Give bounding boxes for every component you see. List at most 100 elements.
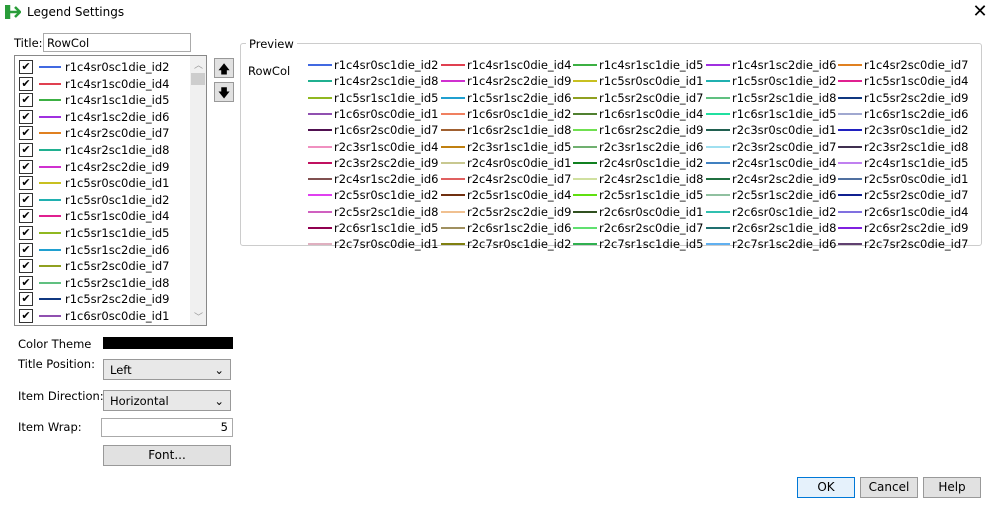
preview-legend-item: r1c6sr1sc0die_id4 [573, 106, 703, 122]
preview-legend-item: r2c4sr1sc2die_id6 [308, 171, 438, 187]
preview-legend-item: r2c6sr1sc1die_id5 [308, 220, 438, 236]
item-label: r1c4sr1sc0die_id4 [65, 76, 170, 91]
preview-legend-item: r1c5sr2sc1die_id8 [706, 90, 836, 106]
line-swatch [39, 132, 61, 135]
cancel-button[interactable]: Cancel [860, 477, 918, 498]
preview-legend-item: r1c6sr0sc0die_id1 [308, 106, 438, 122]
checkbox[interactable]: ✔ [19, 192, 33, 207]
title-position-label: Title Position: [18, 357, 95, 371]
item-label: r2c3sr1sc0die_id4 [334, 139, 439, 154]
legend-list-item[interactable]: ✔ r1c4sr1sc0die_id4 [19, 76, 169, 92]
line-swatch [39, 232, 61, 234]
title-input[interactable] [43, 33, 191, 52]
move-down-button[interactable]: 🡇 [214, 82, 234, 102]
font-button[interactable]: Font... [103, 445, 231, 466]
item-label: r1c6sr1sc0die_id4 [599, 106, 704, 121]
item-label: r1c6sr1sc2die_id6 [864, 106, 969, 121]
legend-list-item[interactable]: ✔ r1c5sr1sc2die_id6 [19, 242, 169, 258]
item-label: r2c6sr1sc1die_id5 [334, 221, 439, 235]
move-up-button[interactable]: 🡅 [214, 58, 234, 78]
line-swatch [39, 265, 61, 268]
preview-legend-item: r1c6sr0sc1die_id2 [441, 106, 571, 122]
legend-list-item[interactable]: ✔ r1c4sr0sc1die_id2 [19, 59, 169, 75]
checkbox[interactable]: ✔ [19, 176, 33, 191]
legend-list-item[interactable]: ✔ r1c4sr1sc1die_id5 [19, 92, 169, 108]
line-swatch [441, 145, 465, 148]
checkbox[interactable]: ✔ [19, 275, 33, 290]
checkbox[interactable]: ✔ [19, 126, 33, 141]
item-label: r1c4sr1sc1die_id5 [65, 93, 170, 108]
legend-list-item[interactable]: ✔ r1c5sr1sc1die_id5 [19, 225, 169, 241]
scrollbar[interactable]: ︿ ﹀ [190, 56, 206, 325]
item-label: r2c4sr1sc2die_id6 [334, 172, 439, 187]
legend-list-item[interactable]: ✔ r1c4sr2sc2die_id9 [19, 159, 169, 175]
help-button[interactable]: Help [923, 477, 981, 498]
legend-list-item[interactable]: ✔ r1c5sr2sc0die_id7 [19, 258, 169, 274]
close-icon[interactable]: ✕ [970, 2, 990, 22]
line-swatch [308, 145, 332, 148]
line-swatch [706, 194, 730, 197]
checkbox[interactable]: ✔ [19, 226, 33, 240]
item-label: r1c4sr1sc2die_id6 [732, 58, 837, 72]
checkbox[interactable]: ✔ [19, 60, 33, 74]
checkbox[interactable]: ✔ [19, 242, 33, 257]
item-label: r1c5sr2sc2die_id9 [864, 90, 969, 105]
checkbox[interactable]: ✔ [19, 93, 33, 108]
preview-legend-item: r2c5sr2sc1die_id8 [308, 204, 438, 220]
item-label: r1c5sr2sc0die_id7 [599, 90, 704, 105]
item-label: r1c5sr2sc2die_id9 [65, 292, 170, 307]
line-swatch [706, 96, 730, 99]
title-position-value: Left [110, 362, 132, 377]
legend-list-item[interactable]: ✔ r1c5sr1sc0die_id4 [19, 208, 169, 224]
scroll-down-icon[interactable]: ﹀ [194, 310, 203, 323]
checkbox[interactable]: ✔ [19, 159, 33, 174]
preview-legend-item: r2c3sr1sc2die_id6 [573, 139, 703, 155]
line-swatch [39, 315, 61, 317]
line-swatch [573, 80, 597, 83]
item-label: r1c5sr1sc1die_id5 [65, 226, 170, 240]
checkbox[interactable]: ✔ [19, 143, 33, 157]
item-direction-select[interactable]: Horizontal ⌄ [103, 390, 231, 411]
item-direction-label: Item Direction: [18, 389, 104, 403]
checkbox[interactable]: ✔ [19, 309, 33, 323]
legend-list-item[interactable]: ✔ r1c4sr1sc2die_id6 [19, 109, 169, 125]
checkbox[interactable]: ✔ [19, 76, 33, 91]
title-position-select[interactable]: Left ⌄ [103, 359, 231, 380]
preview-legend-item: r2c3sr1sc1die_id5 [441, 139, 571, 155]
preview-legend-item: r2c6sr0sc1die_id2 [706, 204, 836, 220]
ok-button[interactable]: OK [797, 477, 855, 498]
legend-list-item[interactable]: ✔ r1c5sr2sc2die_id9 [19, 291, 169, 307]
preview-legend-item: r2c5sr0sc1die_id2 [308, 187, 438, 203]
scroll-up-icon[interactable]: ︿ [194, 58, 203, 71]
scrollbar-thumb[interactable] [191, 73, 205, 85]
item-label: r1c6sr2sc1die_id8 [467, 123, 572, 138]
line-swatch [39, 66, 61, 68]
legend-list-item[interactable]: ✔ r1c5sr0sc0die_id1 [19, 175, 169, 191]
line-swatch [838, 112, 862, 115]
line-swatch [838, 210, 862, 213]
checkbox[interactable]: ✔ [19, 109, 33, 124]
item-label: r2c3sr1sc1die_id5 [467, 139, 572, 154]
item-wrap-label: Item Wrap: [18, 420, 82, 434]
legend-list-item[interactable]: ✔ r1c4sr2sc0die_id7 [19, 125, 169, 141]
item-label: r2c4sr2sc2die_id9 [732, 172, 837, 187]
line-swatch [441, 80, 465, 83]
checkbox[interactable]: ✔ [19, 292, 33, 307]
line-swatch [308, 243, 332, 246]
item-wrap-input[interactable]: 5 [101, 418, 233, 437]
legend-list-item[interactable]: ✔ r1c5sr2sc1die_id8 [19, 275, 169, 291]
legend-list-item[interactable]: ✔ r1c4sr2sc1die_id8 [19, 142, 169, 158]
chevron-down-icon: ⌄ [214, 362, 224, 377]
item-label: r2c4sr1sc0die_id4 [732, 155, 837, 170]
checkbox[interactable]: ✔ [19, 259, 33, 274]
legend-list-item[interactable]: ✔ r1c6sr0sc0die_id1 [19, 308, 169, 324]
checkbox[interactable]: ✔ [19, 209, 33, 224]
item-label: r1c4sr2sc2die_id9 [65, 159, 170, 174]
preview-legend-title: RowCol [248, 64, 291, 78]
legend-list-item[interactable]: ✔ r1c5sr0sc1die_id2 [19, 192, 169, 208]
preview-legend-item: r1c5sr0sc1die_id2 [706, 73, 836, 89]
item-label: r1c5sr1sc2die_id6 [467, 90, 572, 105]
color-theme-swatch[interactable] [103, 337, 233, 349]
preview-legend-item: r2c4sr0sc0die_id1 [441, 155, 571, 171]
legend-item-list[interactable]: ✔ r1c4sr0sc1die_id2 ✔ r1c4sr1sc0die_id4 ✔ r1c… [14, 55, 207, 326]
